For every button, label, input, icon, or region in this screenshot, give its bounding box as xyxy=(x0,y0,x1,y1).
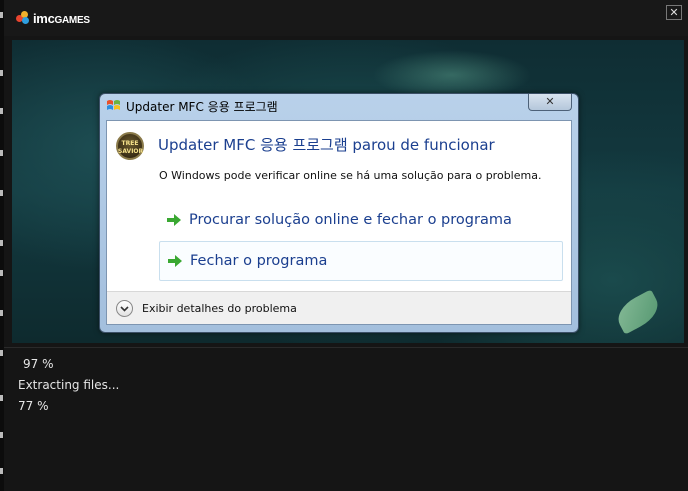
windows-flag-icon xyxy=(107,100,120,110)
close-program-option[interactable]: Fechar o programa xyxy=(159,241,563,281)
log-divider xyxy=(4,347,688,348)
log-line: 97 % xyxy=(23,357,54,371)
logo-text: imc xyxy=(33,10,55,26)
green-arrow-icon xyxy=(167,214,181,226)
leaf-decoration xyxy=(612,289,664,335)
log-line: 77 % xyxy=(18,399,49,413)
launcher-title-bar: imcGAMES ✕ xyxy=(4,0,688,36)
logo-suffix: GAMES xyxy=(54,14,90,26)
show-details-label[interactable]: Exibir detalhes do problema xyxy=(142,302,297,315)
imcgames-logo-icon xyxy=(16,11,30,25)
green-arrow-icon xyxy=(168,255,182,267)
window-close-icon: ✕ xyxy=(669,7,679,19)
launcher-close-button[interactable]: ✕ xyxy=(666,5,682,20)
option-label: Procurar solução online e fechar o progr… xyxy=(189,212,512,228)
show-details-button[interactable] xyxy=(116,300,133,317)
dialog-close-button[interactable]: ✕ xyxy=(528,94,572,111)
chevron-down-icon xyxy=(120,306,129,312)
imcgames-logo: imcGAMES xyxy=(16,10,90,26)
error-dialog: Updater MFC 응용 프로그램 ✕ TREE SAVIOR Update… xyxy=(99,93,579,333)
adjacent-window-edge xyxy=(0,0,4,491)
log-line: Extracting files... xyxy=(18,378,120,392)
dialog-heading: Updater MFC 응용 프로그램 parou de funcionar xyxy=(158,136,495,154)
dialog-title: Updater MFC 응용 프로그램 xyxy=(126,100,278,114)
app-icon: TREE SAVIOR xyxy=(116,132,144,160)
dialog-body: TREE SAVIOR Updater MFC 응용 프로그램 parou de… xyxy=(106,120,572,325)
dialog-footer: Exibir detalhes do problema xyxy=(107,291,571,324)
check-online-and-close-option[interactable]: Procurar solução online e fechar o progr… xyxy=(159,200,563,240)
close-icon: ✕ xyxy=(545,96,555,108)
option-label: Fechar o programa xyxy=(190,253,328,269)
dialog-message: O Windows pode verificar online se há um… xyxy=(159,169,542,182)
